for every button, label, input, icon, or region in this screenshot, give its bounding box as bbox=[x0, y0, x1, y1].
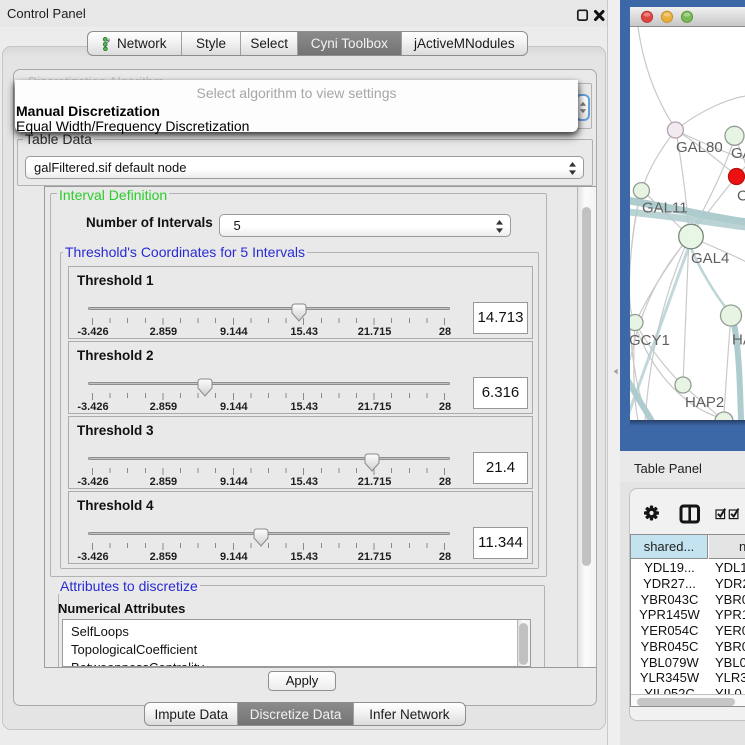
svg-text:GAL80: GAL80 bbox=[676, 139, 723, 156]
svg-text:GA: GA bbox=[731, 145, 745, 162]
svg-text:C: C bbox=[737, 188, 745, 205]
svg-text:GAL11: GAL11 bbox=[642, 200, 688, 217]
svg-text:HAP2: HAP2 bbox=[685, 394, 724, 411]
svg-text:HA: HA bbox=[732, 332, 745, 349]
svg-text:GAL4: GAL4 bbox=[691, 250, 729, 267]
svg-text:GCY1: GCY1 bbox=[630, 332, 670, 349]
